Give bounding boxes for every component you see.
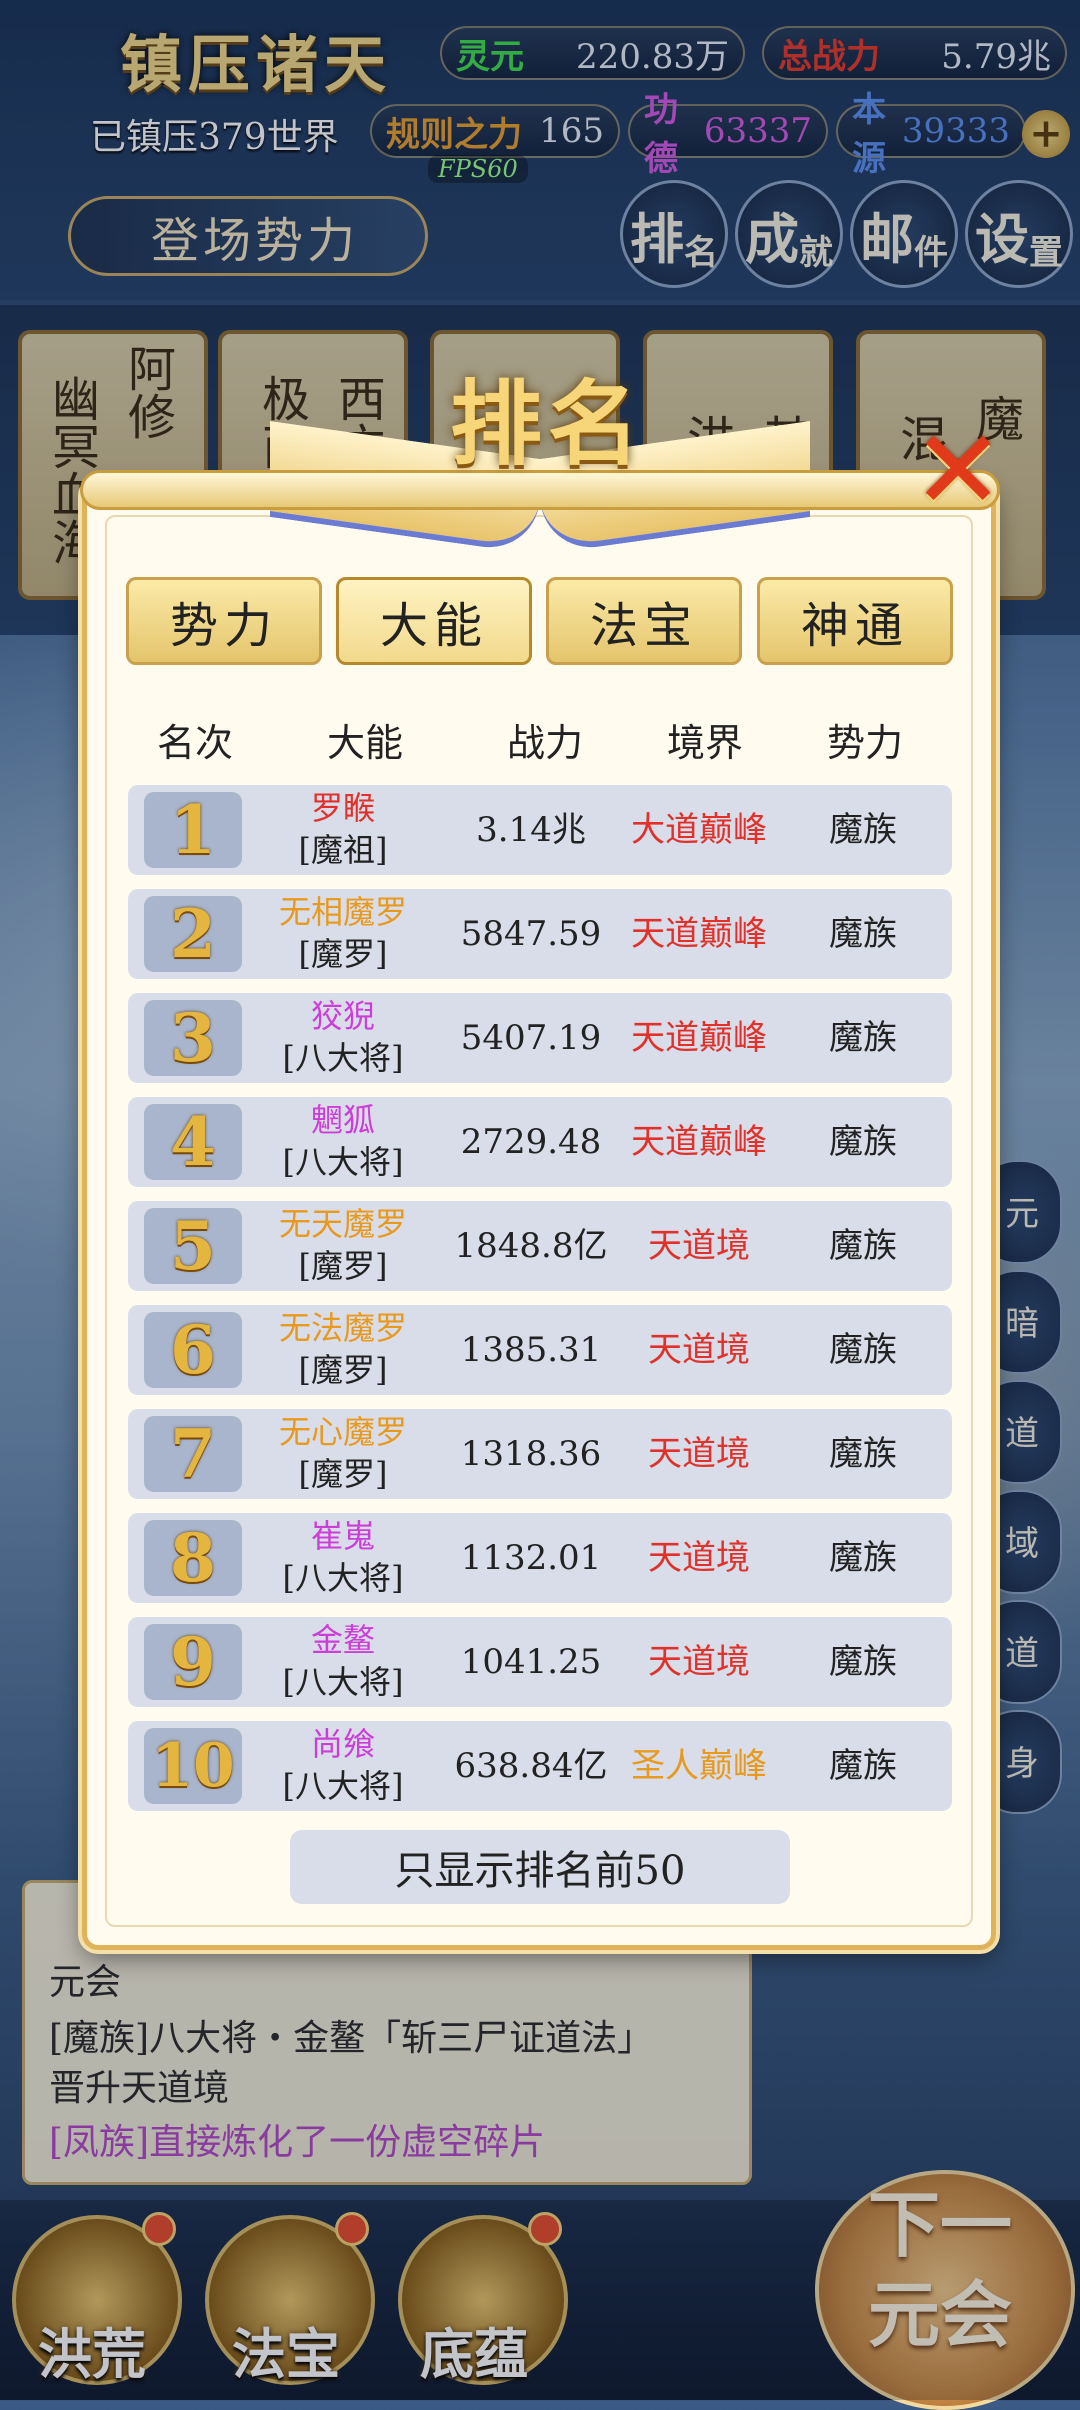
power-value: 638.84亿 — [454, 1746, 608, 1786]
character-title: [魔罗] — [298, 1351, 388, 1389]
realm-value: 天道境 — [648, 1538, 750, 1578]
top50-notice-button[interactable]: 只显示排名前50 — [290, 1830, 790, 1904]
faction-value: 魔族 — [829, 1330, 897, 1370]
column-header-power: 战力 — [506, 721, 583, 765]
rank-badge: 6 — [144, 1311, 242, 1389]
character-name: 无心魔罗 — [278, 1413, 407, 1451]
power-value: 5847.59亿 — [460, 914, 602, 1044]
realm-value: 天道巅峰 — [631, 914, 767, 954]
faction-value: 魔族 — [829, 914, 897, 954]
power-value: 1132.01亿 — [460, 1538, 602, 1668]
faction-value: 魔族 — [829, 1434, 897, 1474]
tab-faction[interactable]: 势力 — [126, 577, 322, 665]
character-title: [魔祖] — [298, 831, 388, 869]
character-title: [八大将] — [282, 1143, 404, 1181]
rank-badge: 1 — [144, 791, 242, 869]
rank-badge: 10 — [144, 1728, 242, 1804]
character-title: [八大将] — [282, 1767, 404, 1805]
power-value: 1848.8亿 — [454, 1226, 608, 1266]
power-value: 1318.36亿 — [460, 1434, 602, 1564]
name-cell: 无相魔罗 [魔罗] — [258, 891, 428, 975]
table-row[interactable]: 6 无法魔罗 [魔罗] 1385.31亿 天道境 魔族 — [128, 1305, 952, 1460]
column-header-realm: 境界 — [666, 721, 743, 765]
character-name: 无天魔罗 — [278, 1205, 407, 1243]
character-title: [魔罗] — [298, 1247, 388, 1285]
faction-value: 魔族 — [829, 1642, 897, 1682]
character-name: 狡猊 — [310, 997, 375, 1035]
realm-value: 大道巅峰 — [631, 810, 767, 850]
name-cell: 崔嵬 [八大将] — [258, 1515, 428, 1599]
character-name: 无法魔罗 — [278, 1309, 407, 1347]
power-value: 2729.48亿 — [460, 1122, 602, 1252]
character-name: 罗睺 — [310, 789, 375, 827]
character-title: [八大将] — [282, 1039, 404, 1077]
tab-divine-skill[interactable]: 神通 — [757, 577, 953, 665]
name-cell: 狡猊 [八大将] — [258, 995, 428, 1079]
column-header-rank: 名次 — [156, 721, 233, 765]
character-title: [魔罗] — [298, 935, 388, 973]
power-value: 1385.31亿 — [460, 1330, 602, 1460]
realm-value: 天道境 — [648, 1226, 750, 1266]
name-cell: 无法魔罗 [魔罗] — [258, 1307, 428, 1391]
rank-badge: 9 — [144, 1623, 242, 1701]
close-icon[interactable]: ✕ — [912, 415, 1004, 525]
faction-value: 魔族 — [829, 1746, 897, 1786]
rank-badge: 8 — [144, 1519, 242, 1597]
rank-badge: 7 — [144, 1415, 242, 1493]
rank-badge: 2 — [144, 895, 242, 973]
realm-value: 天道境 — [648, 1642, 750, 1682]
column-header-name: 大能 — [326, 721, 403, 765]
column-header-faction: 势力 — [826, 721, 903, 765]
modal-title: 排名 — [450, 370, 647, 478]
tab-treasure[interactable]: 法宝 — [546, 577, 742, 665]
name-cell: 金鳌 [八大将] — [258, 1619, 428, 1703]
rank-badge: 4 — [144, 1103, 242, 1181]
power-value: 5407.19亿 — [460, 1018, 602, 1148]
faction-value: 魔族 — [829, 1122, 897, 1162]
realm-value: 天道境 — [648, 1330, 750, 1370]
table-row[interactable]: 8 崔嵬 [八大将] 1132.01亿 天道境 魔族 — [128, 1513, 952, 1668]
faction-value: 魔族 — [829, 1018, 897, 1058]
realm-value: 天道巅峰 — [631, 1122, 767, 1162]
table-row[interactable]: 2 无相魔罗 [魔罗] 5847.59亿 天道巅峰 魔族 — [128, 889, 952, 1044]
realm-value: 圣人巅峰 — [631, 1746, 767, 1786]
name-cell: 无天魔罗 [魔罗] — [258, 1203, 428, 1287]
character-name: 崔嵬 — [310, 1517, 375, 1555]
character-title: [八大将] — [282, 1663, 404, 1701]
table-row[interactable]: 7 无心魔罗 [魔罗] 1318.36亿 天道境 魔族 — [128, 1409, 952, 1564]
name-cell: 罗睺 [魔祖] — [258, 787, 428, 871]
table-row[interactable]: 1 罗睺 [魔祖] 3.14兆 大道巅峰 魔族 — [128, 785, 952, 875]
name-cell: 尚飨 [八大将] — [258, 1723, 428, 1807]
realm-value: 天道境 — [648, 1434, 750, 1474]
table-row[interactable]: 9 金鳌 [八大将] 1041.25亿 天道境 魔族 — [128, 1617, 952, 1772]
rank-badge: 5 — [144, 1207, 242, 1285]
character-name: 无相魔罗 — [278, 893, 407, 931]
faction-value: 魔族 — [829, 1226, 897, 1266]
rank-badge: 3 — [144, 999, 242, 1077]
faction-value: 魔族 — [829, 1538, 897, 1578]
character-name: 魍狐 — [310, 1101, 375, 1139]
power-value: 1041.25亿 — [460, 1642, 602, 1772]
table-row[interactable]: 10 尚飨 [八大将] 638.84亿 圣人巅峰 魔族 — [128, 1721, 952, 1811]
modal-header: 排名 — [80, 350, 1000, 560]
character-title: [八大将] — [282, 1559, 404, 1597]
character-name: 尚飨 — [310, 1725, 375, 1763]
table-row[interactable]: 4 魍狐 [八大将] 2729.48亿 天道巅峰 魔族 — [128, 1097, 952, 1252]
realm-value: 天道巅峰 — [631, 1018, 767, 1058]
power-value: 3.14兆 — [476, 810, 586, 850]
name-cell: 无心魔罗 [魔罗] — [258, 1411, 428, 1495]
table-row[interactable]: 5 无天魔罗 [魔罗] 1848.8亿 天道境 魔族 — [128, 1201, 952, 1291]
faction-value: 魔族 — [829, 810, 897, 850]
name-cell: 魍狐 [八大将] — [258, 1099, 428, 1183]
character-title: [魔罗] — [298, 1455, 388, 1493]
character-name: 金鳌 — [310, 1621, 375, 1659]
tab-great-power[interactable]: 大能 — [336, 577, 532, 665]
table-row[interactable]: 3 狡猊 [八大将] 5407.19亿 天道巅峰 魔族 — [128, 993, 952, 1148]
